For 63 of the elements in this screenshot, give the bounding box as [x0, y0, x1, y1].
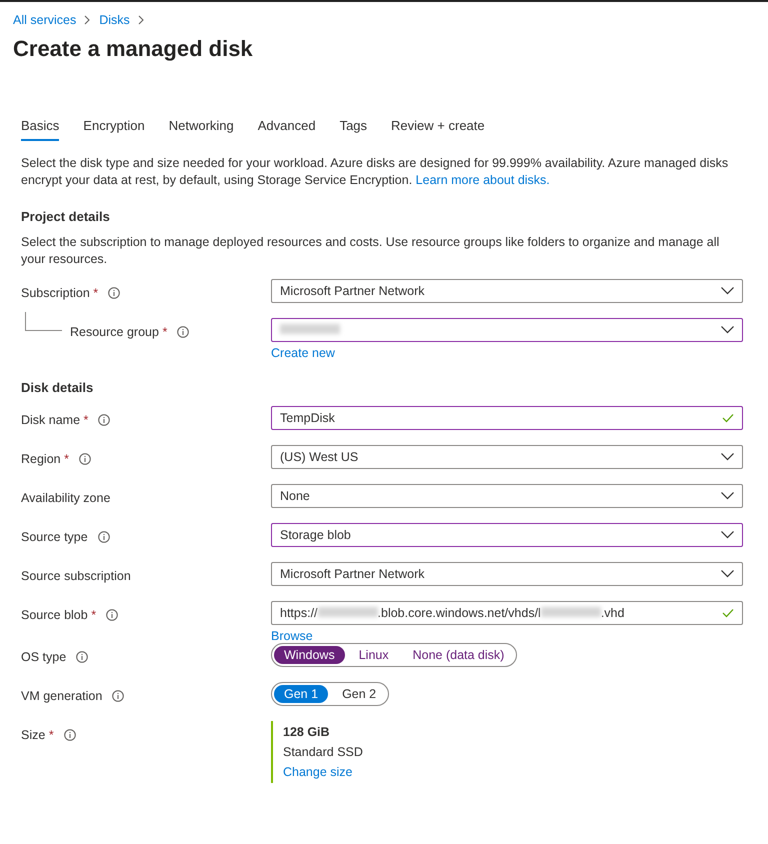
dropdown[interactable]: Storage blob	[271, 523, 743, 547]
caret-icon	[721, 492, 734, 500]
info-icon	[106, 609, 118, 621]
info-icon	[98, 414, 110, 426]
input-field[interactable]: https:// .blob.core.windows.net/vhds/l .vhd	[271, 601, 743, 625]
field-label: Size *	[21, 728, 54, 742]
disk-tier-label: Standard SSD	[283, 745, 364, 759]
field-label: Availability zone	[21, 491, 110, 505]
field-label: Region *	[21, 452, 69, 466]
learn-more-link[interactable]: Learn more about disks.	[416, 173, 550, 187]
caret-icon	[721, 453, 734, 461]
field-label: Source subscription	[21, 569, 131, 583]
intro-text: Select the disk type and size needed for your workload. Azure disks are designed for 99.999% availability. Azure managed disks encrypt your data at rest, by default, using Storage Service Encryption. Learn more about disks.	[21, 155, 730, 189]
field-label: Disk name *	[21, 413, 88, 427]
section-description: Select the subscription to manage deployed resources and costs. Use resource groups like folders to organize and manage all your resources.	[21, 234, 720, 268]
section-heading: Disk details	[21, 380, 94, 395]
info-icon	[177, 326, 190, 338]
caret-icon	[721, 326, 734, 334]
page-title: Create a managed disk	[13, 36, 254, 62]
dropdown[interactable]: Microsoft Partner Network	[271, 562, 743, 586]
dropdown[interactable]: None	[271, 484, 743, 508]
dropdown[interactable]	[271, 318, 743, 342]
info-icon	[108, 287, 120, 299]
field-label: VM generation	[21, 689, 102, 703]
tree-connector	[25, 312, 62, 331]
check-icon	[722, 413, 734, 423]
info-icon	[78, 453, 91, 465]
field-label: Subscription *	[21, 286, 98, 300]
breadcrumb-link[interactable]: Disks	[99, 13, 130, 27]
info-icon	[112, 690, 124, 702]
field-label: Source type	[21, 530, 88, 544]
info-icon	[76, 651, 88, 663]
tab[interactable]: Basics	[21, 118, 60, 141]
tab[interactable]: Advanced	[258, 118, 316, 141]
tab[interactable]: Networking	[168, 118, 234, 141]
input-field[interactable]: TempDisk	[271, 406, 743, 430]
caret-icon	[721, 287, 734, 295]
field-label: OS type	[21, 650, 66, 664]
toggle-option[interactable]: Gen 1	[274, 685, 328, 703]
tab[interactable]: Tags	[340, 118, 368, 141]
check-icon	[722, 608, 734, 618]
chevron-icon	[84, 15, 92, 25]
toggle-option[interactable]: None (data disk)	[402, 646, 514, 664]
dropdown[interactable]: (US) West US	[271, 445, 743, 469]
link[interactable]: Browse	[271, 629, 743, 643]
toggle-option[interactable]: Gen 2	[332, 685, 386, 703]
caret-icon	[721, 570, 734, 578]
tab[interactable]: Encryption	[83, 118, 145, 141]
tab[interactable]: Review + create	[391, 118, 485, 141]
toggle-option[interactable]: Linux	[348, 646, 399, 664]
field-label: Resource group *	[70, 325, 168, 339]
dropdown[interactable]: Microsoft Partner Network	[271, 279, 743, 303]
field-label: Source blob *	[21, 608, 96, 622]
caret-icon	[721, 531, 734, 539]
info-icon	[98, 531, 110, 543]
info-icon	[64, 729, 76, 741]
link[interactable]: Create new	[271, 346, 743, 360]
toggle-option[interactable]: Windows	[274, 646, 345, 664]
size-value: 128 GiB	[283, 725, 331, 739]
chevron-icon	[138, 15, 145, 25]
breadcrumb-link[interactable]: All services	[13, 13, 76, 27]
change-size-link[interactable]: Change size	[283, 765, 743, 779]
section-heading: Project details	[21, 209, 111, 224]
